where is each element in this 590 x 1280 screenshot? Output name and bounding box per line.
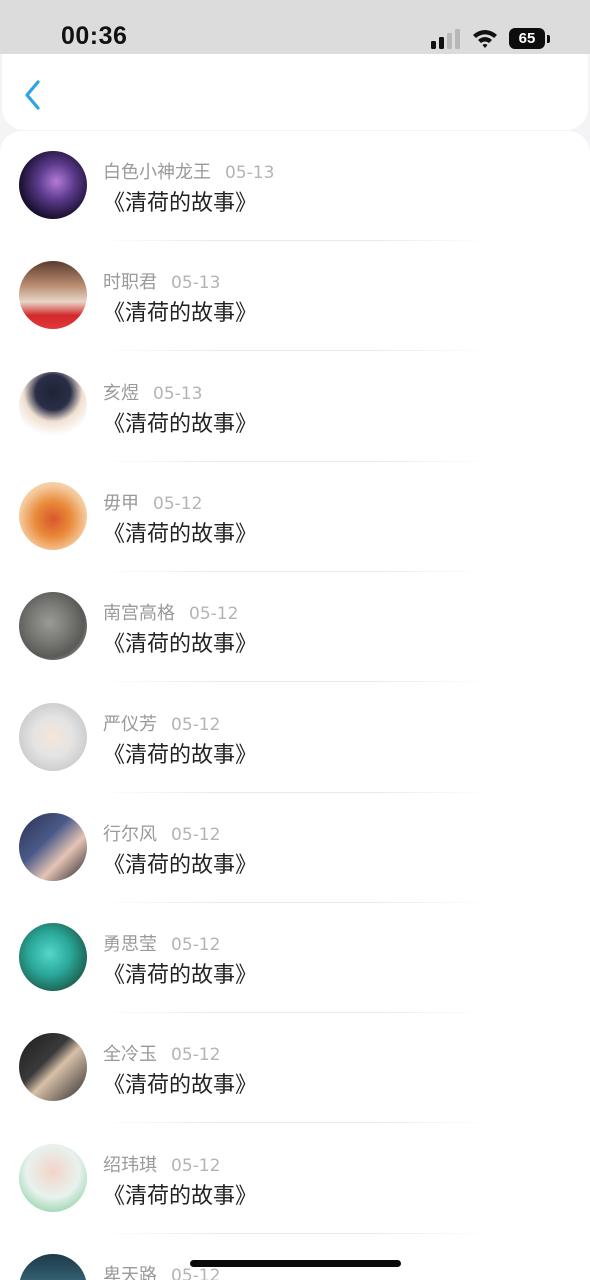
- item-date: 05-12: [171, 714, 221, 735]
- item-date: 05-12: [189, 604, 239, 625]
- cellular-signal-icon: [431, 29, 460, 49]
- list-item[interactable]: 毋甲 05-12 《清荷的故事》: [0, 462, 590, 572]
- book-title: 《清荷的故事》: [103, 632, 258, 658]
- list-item[interactable]: 严仪芳 05-12 《清荷的故事》: [0, 683, 590, 793]
- list-item[interactable]: 亥煜 05-13 《清荷的故事》: [0, 352, 590, 462]
- book-title: 《清荷的故事》: [103, 963, 258, 989]
- item-meta: 时职君 05-13: [103, 268, 220, 294]
- list-item[interactable]: 时职君 05-13 《清荷的故事》: [0, 241, 590, 352]
- item-meta: 白色小神龙王 05-13: [103, 158, 274, 184]
- battery-tip: [547, 35, 550, 43]
- item-date: 05-13: [225, 163, 275, 183]
- book-title: 《清荷的故事》: [103, 1073, 258, 1099]
- item-date: 05-12: [171, 1155, 221, 1176]
- seashell-avatar[interactable]: [19, 481, 87, 550]
- list-item[interactable]: 行尔风 05-12 《清荷的故事》: [0, 793, 590, 903]
- battery-level: 65: [509, 28, 545, 49]
- item-meta: 亥煜 05-13: [103, 379, 202, 405]
- user-name: 毋甲: [103, 492, 139, 514]
- user-name: 南宫高格: [103, 603, 175, 625]
- item-meta: 绍玮琪 05-12: [103, 1151, 220, 1177]
- list-item[interactable]: 卑天路 05-12: [0, 1234, 590, 1280]
- item-meta: 南宫高格 05-12: [103, 599, 238, 625]
- chevron-left-icon: [25, 80, 40, 110]
- book-title: 《清荷的故事》: [103, 1183, 258, 1209]
- list-item[interactable]: 绍玮琪 05-12 《清荷的故事》: [0, 1124, 590, 1234]
- dragon-avatar[interactable]: [19, 151, 87, 219]
- status-bar: 00:36 65: [0, 0, 590, 54]
- user-name: 全冷玉: [103, 1044, 157, 1066]
- book-title: 《清荷的故事》: [103, 521, 258, 547]
- item-date: 05-12: [171, 935, 221, 956]
- book-title: 《清荷的故事》: [103, 742, 258, 768]
- book-title: 《清荷的故事》: [103, 852, 258, 878]
- book-title: 《清荷的故事》: [103, 411, 258, 437]
- item-date: 05-12: [171, 1045, 221, 1066]
- man-poster-avatar[interactable]: [19, 1033, 87, 1102]
- kitten-avatar[interactable]: [19, 592, 87, 661]
- item-meta: 毋甲 05-12: [103, 489, 202, 515]
- list-item[interactable]: 白色小神龙王 05-13 《清荷的故事》: [0, 131, 590, 241]
- item-meta: 行尔风 05-12: [103, 820, 220, 846]
- wifi-icon: [473, 30, 497, 48]
- white-hair-avatar[interactable]: [19, 702, 87, 771]
- user-name: 绍玮琪: [103, 1154, 157, 1176]
- list-item[interactable]: 勇思莹 05-12 《清荷的故事》: [0, 903, 590, 1014]
- item-date: 05-12: [171, 1266, 221, 1280]
- item-date: 05-12: [153, 493, 203, 514]
- anime-boy-avatar[interactable]: [19, 371, 87, 440]
- navigation-bar: [2, 54, 588, 130]
- list-item[interactable]: 南宫高格 05-12 《清荷的故事》: [0, 572, 590, 683]
- item-meta: 严仪芳 05-12: [103, 710, 220, 736]
- girl-text-avatar[interactable]: [19, 1143, 87, 1212]
- reader-list: 白色小神龙王 05-13 《清荷的故事》 时职君 05-13 《清荷的故事》 亥煜 05-13…: [0, 131, 590, 1280]
- user-name: 时职君: [103, 272, 157, 294]
- list-item[interactable]: 全冷玉 05-12 《清荷的故事》: [0, 1013, 590, 1124]
- battery-indicator: 65: [509, 28, 550, 49]
- back-button[interactable]: [16, 76, 52, 112]
- book-title: 《清荷的故事》: [103, 301, 258, 327]
- user-name: 勇思莹: [103, 934, 157, 956]
- book-title: 《清荷的故事》: [103, 191, 258, 216]
- item-date: 05-12: [171, 824, 221, 845]
- item-date: 05-13: [171, 273, 221, 294]
- status-time: 00:36: [61, 22, 128, 50]
- couple-avatar[interactable]: [19, 812, 87, 881]
- user-name: 行尔风: [103, 823, 157, 845]
- landscape-avatar[interactable]: [19, 1254, 87, 1280]
- item-meta: 勇思莹 05-12: [103, 930, 220, 956]
- item-meta: 全冷玉 05-12: [103, 1040, 220, 1066]
- user-name: 白色小神龙王: [103, 162, 211, 183]
- home-indicator: [190, 1260, 401, 1267]
- item-date: 05-13: [153, 383, 203, 404]
- user-name: 亥煜: [103, 382, 139, 404]
- user-name: 卑天路: [103, 1265, 157, 1280]
- iguana-avatar[interactable]: [19, 923, 87, 992]
- girl-photo-avatar[interactable]: [19, 261, 87, 330]
- user-name: 严仪芳: [103, 713, 157, 735]
